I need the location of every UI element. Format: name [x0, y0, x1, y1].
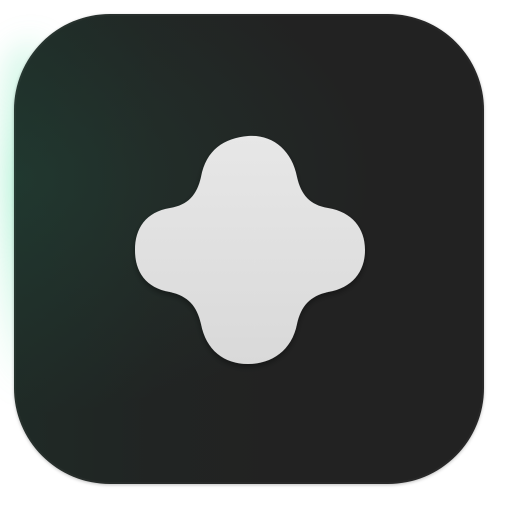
- app-icon-stage: [0, 0, 512, 512]
- app-icon-tile[interactable]: [14, 14, 484, 484]
